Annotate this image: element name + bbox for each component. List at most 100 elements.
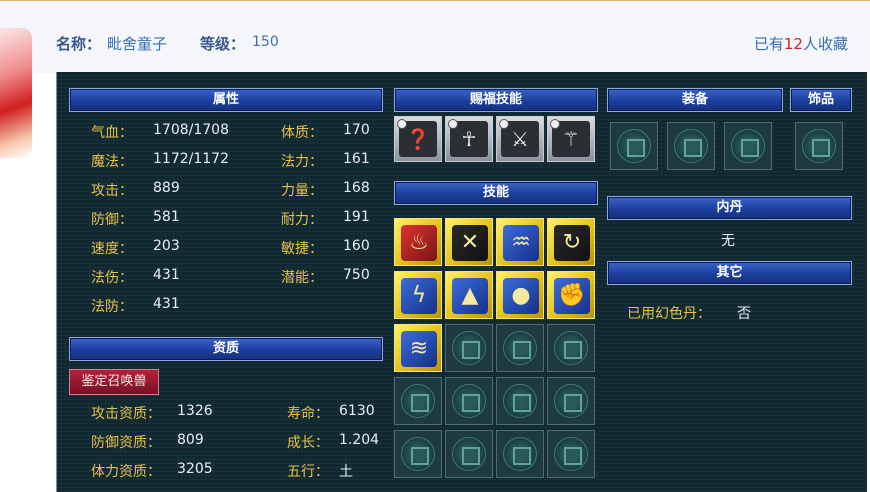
- blessing-skills-header: 赐福技能: [394, 88, 598, 112]
- stat-label: 防御：: [91, 212, 133, 228]
- hooded-figure-icon: ▲: [461, 283, 479, 308]
- empty-skill-slot[interactable]: [445, 324, 493, 372]
- claw-icon: ≋: [409, 336, 429, 361]
- skill-slot[interactable]: ●: [496, 271, 544, 319]
- upgrade-badge-icon: [397, 119, 407, 129]
- emblem-icon: [554, 437, 588, 471]
- equipment-header: 装备: [607, 88, 783, 112]
- stat-label: 法伤：: [91, 270, 133, 286]
- skills-header: 技能: [394, 181, 598, 205]
- crossbow-icon: ✕: [460, 230, 480, 255]
- aptitude-label: 五行：: [287, 464, 329, 480]
- level-value: 150: [252, 34, 279, 50]
- empty-skill-slot[interactable]: [547, 430, 595, 478]
- emblem-icon: [674, 129, 708, 163]
- stat-value: 431: [153, 296, 180, 312]
- blessing-skill-slot[interactable]: ⚚: [547, 116, 595, 162]
- emblem-icon: [452, 331, 486, 365]
- skill-slot[interactable]: ✊: [547, 271, 595, 319]
- emblem-icon: [731, 129, 765, 163]
- stat-value: 170: [343, 122, 370, 138]
- aptitude-label: 成长：: [287, 435, 329, 451]
- stat-value: 203: [153, 238, 180, 254]
- stat-label: 法力：: [281, 154, 323, 170]
- empty-skill-slot[interactable]: [394, 377, 442, 425]
- other-header: 其它: [607, 261, 852, 285]
- aptitude-label: 攻击资质：: [91, 406, 161, 422]
- blessing-skill-slot[interactable]: ❓: [394, 116, 442, 162]
- empty-skill-slot[interactable]: [547, 377, 595, 425]
- skill-slot[interactable]: ↻: [547, 218, 595, 266]
- emblem-icon: [503, 331, 537, 365]
- stat-label: 耐力：: [281, 212, 323, 228]
- stat-value: 191: [343, 209, 370, 225]
- equipment-slot[interactable]: [724, 122, 772, 170]
- emblem-icon: [554, 384, 588, 418]
- pet-avatar[interactable]: [0, 28, 32, 158]
- emblem-icon: [503, 384, 537, 418]
- stat-label: 潜能：: [281, 270, 323, 286]
- empty-skill-slot[interactable]: [547, 324, 595, 372]
- favorites-count: 已有12人收藏: [753, 35, 848, 53]
- stat-label: 速度：: [91, 241, 133, 257]
- empty-skill-slot[interactable]: [394, 430, 442, 478]
- blessing-skill-slot[interactable]: ⚔: [496, 116, 544, 162]
- silhouette-icon: ●: [511, 283, 531, 308]
- neidan-header: 内丹: [607, 196, 852, 220]
- aptitude-label: 防御资质：: [91, 435, 161, 451]
- accessory-header: 饰品: [790, 88, 852, 112]
- emblem-icon: [452, 384, 486, 418]
- favorites-number: 12: [783, 35, 803, 53]
- stat-value: 168: [343, 180, 370, 196]
- empty-skill-slot[interactable]: [496, 430, 544, 478]
- upgrade-badge-icon: [448, 119, 458, 129]
- fist-icon: ✊: [558, 283, 586, 308]
- level-label: 等级：: [200, 35, 246, 53]
- upgrade-badge-icon: [499, 119, 509, 129]
- skill-slot[interactable]: ▲: [445, 271, 493, 319]
- aptitude-label: 体力资质：: [91, 464, 161, 480]
- aptitude-header: 资质: [69, 337, 383, 361]
- equipment-slot[interactable]: [610, 122, 658, 170]
- lightning-icon: ϟ: [411, 283, 427, 308]
- pet-detail-panel: 属性 赐福技能 装备 饰品 技能 内丹 其它 资质 气血： 1708/1708 …: [56, 72, 867, 492]
- stat-value: 161: [343, 151, 370, 167]
- name-value: 毗舍童子: [107, 35, 168, 53]
- hook-icon: ↻: [562, 230, 582, 255]
- aptitude-value: 1.204: [339, 432, 380, 448]
- emblem-icon: [802, 129, 836, 163]
- fire-figure-icon: ♨: [409, 230, 429, 255]
- empty-skill-slot[interactable]: [445, 430, 493, 478]
- equipment-slot[interactable]: [667, 122, 715, 170]
- stat-value: 160: [343, 238, 370, 254]
- skill-slot[interactable]: ♨: [394, 218, 442, 266]
- empty-skill-slot[interactable]: [445, 377, 493, 425]
- emblem-icon: [401, 437, 435, 471]
- other-value: 否: [737, 306, 751, 322]
- emblem-icon: [401, 384, 435, 418]
- skill-slot[interactable]: ✕: [445, 218, 493, 266]
- empty-skill-slot[interactable]: [496, 377, 544, 425]
- skill-slot[interactable]: ♒: [496, 218, 544, 266]
- attributes-header: 属性: [69, 88, 383, 112]
- emblem-icon: [617, 129, 651, 163]
- accessory-slot[interactable]: [795, 122, 843, 170]
- stat-value: 750: [343, 267, 370, 283]
- aptitude-value: 809: [177, 432, 204, 448]
- aptitude-label: 寿命：: [287, 406, 329, 422]
- stat-label: 力量：: [281, 183, 323, 199]
- stat-label: 体质：: [281, 125, 323, 141]
- skill-slot[interactable]: ϟ: [394, 271, 442, 319]
- stat-value: 581: [153, 209, 180, 225]
- dragon-icon: ♒: [511, 230, 531, 255]
- emblem-icon: [503, 437, 537, 471]
- other-label: 已用幻色丹：: [627, 306, 711, 322]
- empty-skill-slot[interactable]: [496, 324, 544, 372]
- identify-pet-button[interactable]: 鉴定召唤兽: [69, 369, 159, 395]
- stat-value: 1172/1172: [153, 151, 229, 167]
- blessing-skill-slot[interactable]: ☥: [445, 116, 493, 162]
- upgrade-badge-icon: [550, 119, 560, 129]
- stat-label: 法防：: [91, 299, 133, 315]
- skill-slot[interactable]: ≋: [394, 324, 442, 372]
- emblem-icon: [452, 437, 486, 471]
